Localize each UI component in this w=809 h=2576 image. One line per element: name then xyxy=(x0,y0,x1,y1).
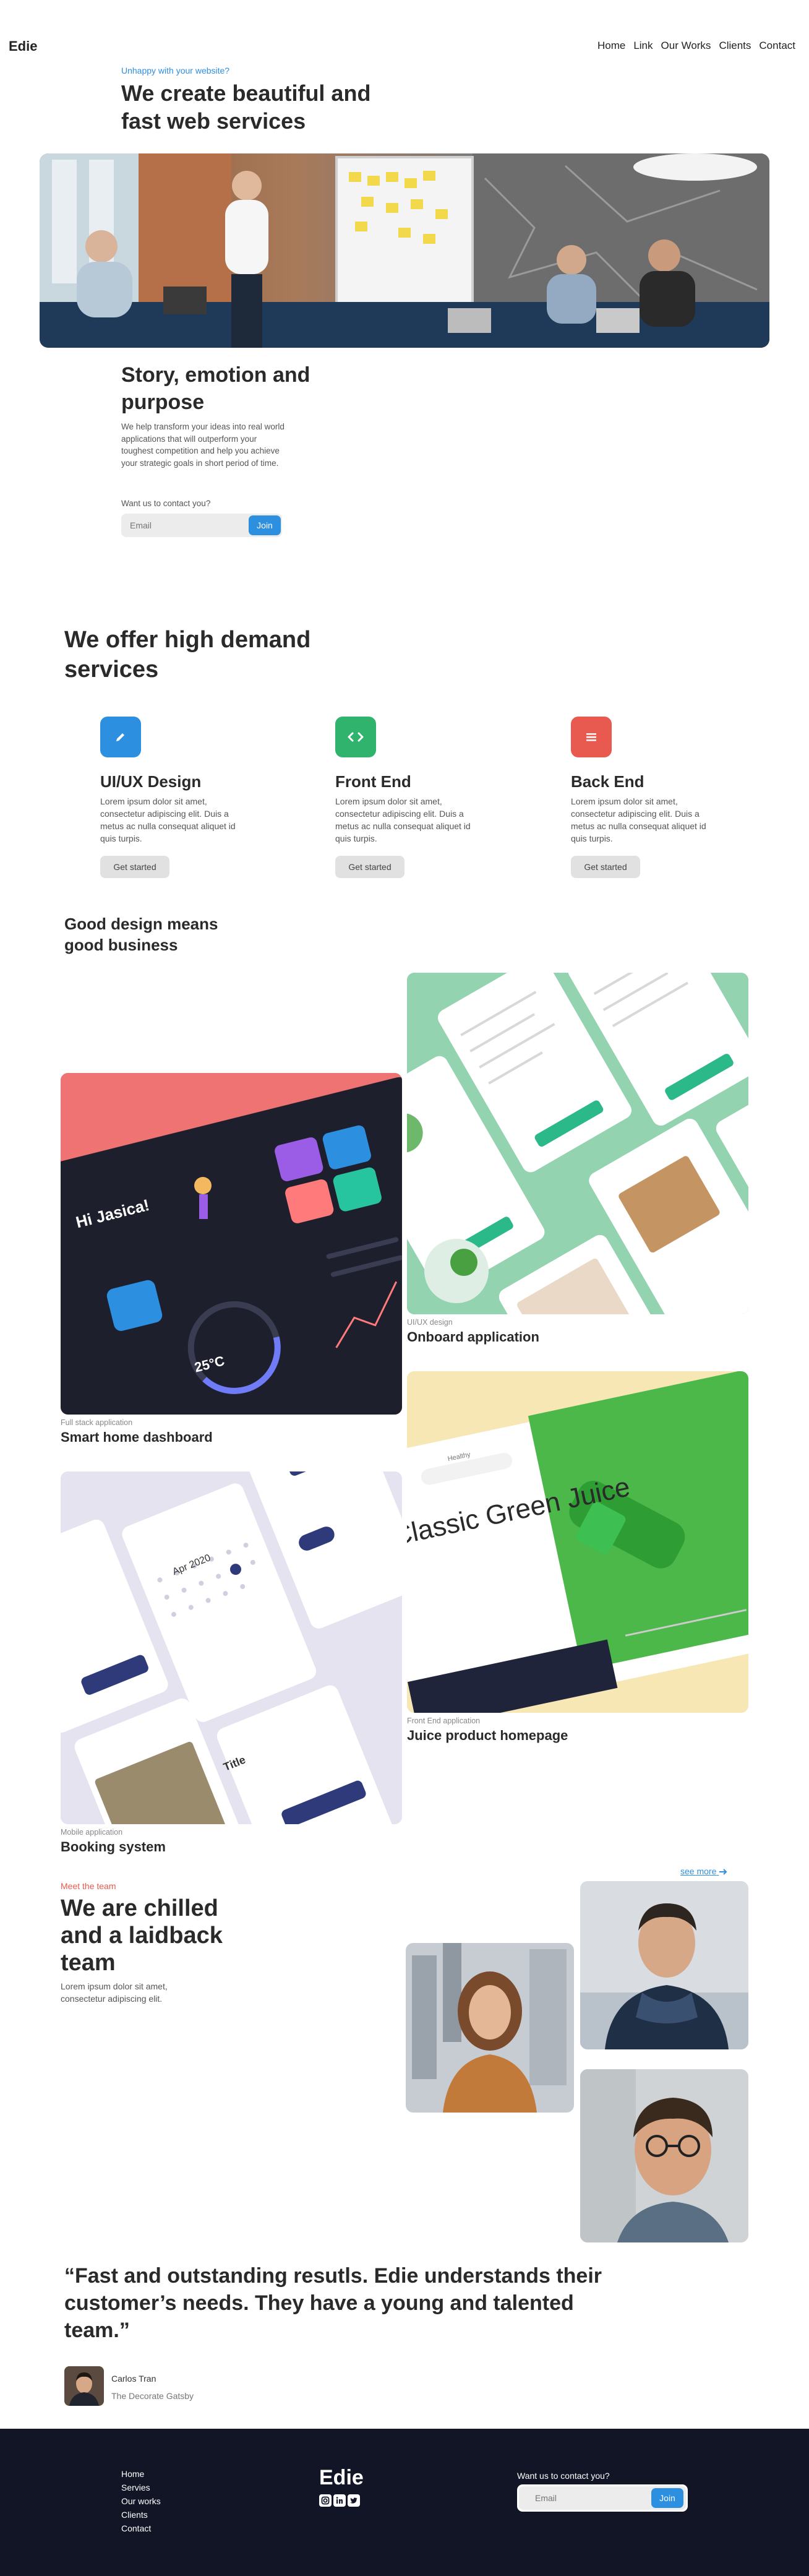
contact-label: Want us to contact you? xyxy=(121,499,211,508)
menu-icon xyxy=(571,717,612,757)
work-name: Juice product homepage xyxy=(407,1728,568,1743)
get-started-button[interactable]: Get started xyxy=(100,856,169,878)
footer-link-home[interactable]: Home xyxy=(121,2469,161,2479)
linkedin-icon[interactable] xyxy=(333,2494,346,2507)
hero-eyebrow: Unhappy with your website? xyxy=(121,66,230,75)
see-more-link[interactable]: see more xyxy=(680,1866,727,1876)
footer-join-button[interactable]: Join xyxy=(651,2488,683,2508)
work-card-juice[interactable]: Healthy Classic Green Juice Front End ap… xyxy=(407,1371,748,1744)
main-nav: Home Link Our Works Clients Contact xyxy=(597,40,795,52)
footer-email-input[interactable] xyxy=(535,2486,634,2510)
get-started-button[interactable]: Get started xyxy=(571,856,640,878)
footer-contact-label: Want us to contact you? xyxy=(517,2471,610,2481)
footer-brand[interactable]: Edie xyxy=(319,2466,364,2490)
work-category: Full stack application xyxy=(61,1418,133,1427)
work-category: Front End application xyxy=(407,1717,481,1725)
work-category: UI/UX design xyxy=(407,1318,453,1327)
work-card-onboard[interactable]: UI/UX design Onboard application xyxy=(407,973,748,1345)
work-name: Booking system xyxy=(61,1839,166,1854)
service-card-frontend: Front End Lorem ipsum dolor sit amet, co… xyxy=(335,717,490,878)
arrow-right-icon xyxy=(719,1868,727,1876)
team-title: We are chilled and a laidback team xyxy=(61,1895,223,1976)
service-text: Lorem ipsum dolor sit amet, consectetur … xyxy=(335,796,471,843)
hero-team-photo xyxy=(40,153,769,348)
author-company: The Decorate Gatsby xyxy=(111,2391,194,2401)
story-title: Story, emotion and purpose xyxy=(121,363,310,414)
hero-join-button[interactable]: Join xyxy=(249,515,281,535)
see-more-label: see more xyxy=(680,1866,717,1876)
nav-link-home[interactable]: Home xyxy=(597,40,625,52)
juice-mockup-image: Healthy Classic Green Juice xyxy=(407,1371,748,1713)
work-name: Smart home dashboard xyxy=(61,1429,213,1445)
team-eyebrow: Meet the team xyxy=(61,1881,116,1891)
footer-link-clients[interactable]: Clients xyxy=(121,2510,161,2520)
footer-link-contact[interactable]: Contact xyxy=(121,2523,161,2534)
hero-email-input[interactable] xyxy=(130,514,241,537)
booking-mockup-image: Apr 2020 Title xyxy=(61,1471,402,1824)
page: Edie Home Link Our Works Clients Contact… xyxy=(0,0,809,2576)
team-member-photo xyxy=(580,1881,748,2049)
services-title: We offer high demand services xyxy=(64,627,311,683)
testimonial-quote: “Fast and outstanding resutls. Edie unde… xyxy=(64,2264,602,2342)
team-text: Lorem ipsum dolor sit amet, consectetur … xyxy=(61,1981,168,2004)
work-name: Onboard application xyxy=(407,1329,539,1345)
nav-link-contact[interactable]: Contact xyxy=(759,40,795,52)
team-member-photo xyxy=(406,1943,574,2113)
author-avatar xyxy=(64,2366,104,2406)
brand-logo[interactable]: Edie xyxy=(9,38,37,54)
twitter-icon[interactable] xyxy=(348,2494,360,2507)
footer-email-form: Join xyxy=(517,2484,688,2512)
service-title: Front End xyxy=(335,772,411,791)
team-member-photo xyxy=(580,2069,748,2242)
footer-email-field: Join xyxy=(519,2486,686,2510)
service-text: Lorem ipsum dolor sit amet, consectetur … xyxy=(571,796,706,843)
get-started-button[interactable]: Get started xyxy=(335,856,404,878)
pencil-icon xyxy=(100,717,141,757)
instagram-icon[interactable] xyxy=(319,2494,332,2507)
service-title: Back End xyxy=(571,772,644,791)
story-text: We help transform your ideas into real w… xyxy=(121,422,285,468)
works-title: Good design means good business xyxy=(64,915,218,954)
hero-email-form: Join xyxy=(121,514,282,537)
nav-link-our-works[interactable]: Our Works xyxy=(661,40,711,52)
onboard-mockup-image xyxy=(407,973,748,1314)
work-card-booking[interactable]: Apr 2020 Title Mobile application Bookin… xyxy=(61,1471,402,1855)
nav-link-clients[interactable]: Clients xyxy=(719,40,751,52)
dashboard-mockup-image: Hi Jasica! 25°C xyxy=(61,1073,402,1415)
work-card-smart-home[interactable]: Hi Jasica! 25°C Full stack application S… xyxy=(61,1073,402,1445)
social-links xyxy=(319,2494,360,2507)
author-name: Carlos Tran xyxy=(111,2374,156,2384)
work-category: Mobile application xyxy=(61,1828,123,1837)
service-card-backend: Back End Lorem ipsum dolor sit amet, con… xyxy=(571,717,726,878)
service-title: UI/UX Design xyxy=(100,772,202,791)
service-card-uiux: UI/UX Design Lorem ipsum dolor sit amet,… xyxy=(100,717,255,878)
footer-link-our-works[interactable]: Our works xyxy=(121,2496,161,2507)
footer-links: Home Servies Our works Clients Contact xyxy=(121,2469,161,2534)
nav-link-link[interactable]: Link xyxy=(633,40,653,52)
footer-link-services[interactable]: Servies xyxy=(121,2483,161,2493)
service-text: Lorem ipsum dolor sit amet, consectetur … xyxy=(100,796,236,843)
hero-title: We create beautiful and fast web service… xyxy=(121,80,371,134)
footer: Home Servies Our works Clients Contact E… xyxy=(0,2429,809,2576)
code-icon xyxy=(335,717,376,757)
